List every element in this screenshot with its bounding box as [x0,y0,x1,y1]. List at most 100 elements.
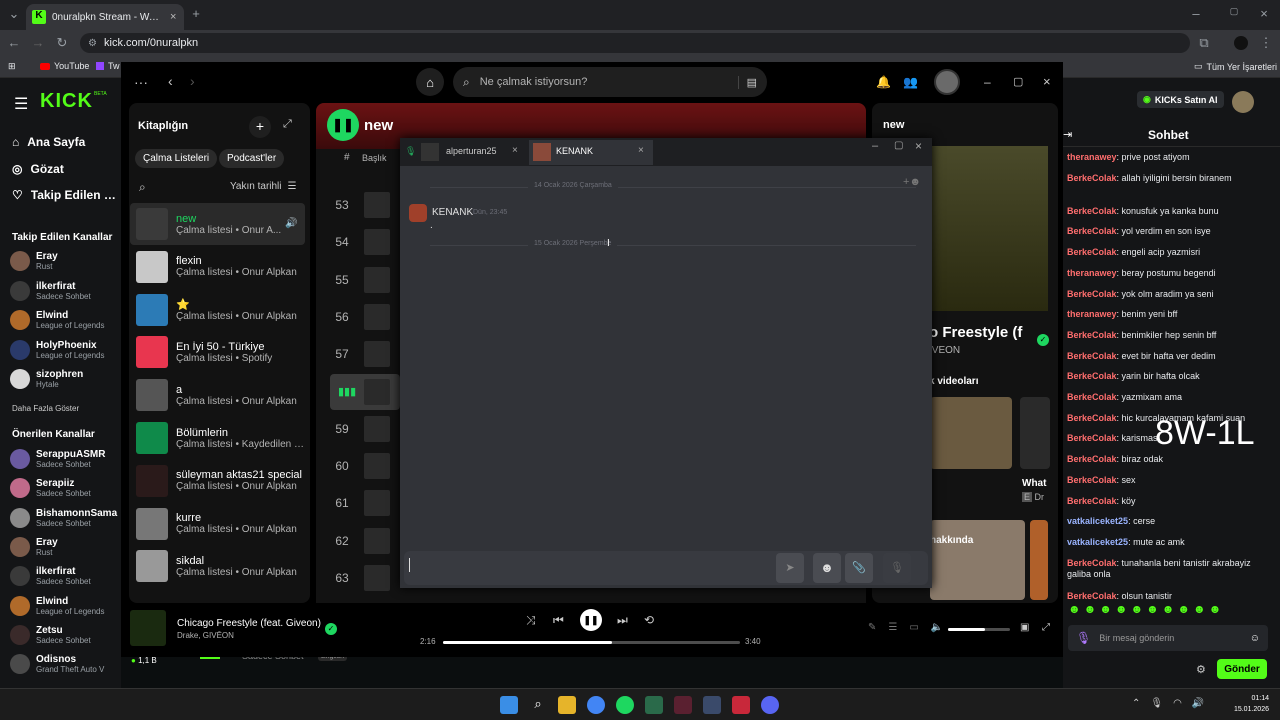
video-thumb[interactable] [930,397,1012,469]
chat-username[interactable]: BerkeColak [1067,433,1117,443]
track-row[interactable]: 63 [330,560,400,596]
spotify-minimize-icon[interactable]: – [984,75,991,89]
following-channel[interactable]: Elwind League of Legends [10,310,105,330]
track-row[interactable]: 53 [330,187,400,223]
now-title[interactable]: Chicago Freestyle (feat. Giveon) [177,618,327,629]
library-item[interactable]: kurre Çalma listesi • Onur Alpkan [130,504,304,544]
queue-icon[interactable]: ☰ [888,622,897,633]
chat-username[interactable]: theranawey [1067,309,1117,319]
volume-slider[interactable] [948,628,1010,631]
discord-maximize-icon[interactable]: ▢ [894,140,903,151]
liked-check-icon[interactable]: ✓ [325,623,337,635]
progress-bar[interactable] [443,641,740,644]
track-row[interactable]: 56 [330,299,400,335]
recommended-channel[interactable]: BishamonnSama Sadece Sohbet [10,507,117,528]
tab-list-icon[interactable]: ⌄ [6,6,22,22]
library-item[interactable]: sikdal Çalma listesi • Onur Alpkan [130,546,304,586]
url-input[interactable]: ⚙ kick.com/0nuralpkn [80,33,1190,53]
filter-podcasts[interactable]: Podcast'ler [219,149,285,168]
discord-close-icon[interactable]: × [915,139,922,153]
speaker-tray-icon[interactable]: 🔊 [1192,698,1204,709]
player-pause-button[interactable]: ❚❚ [580,609,602,631]
nav-browse[interactable]: ◎ Gözat [12,162,64,176]
notifications-icon[interactable]: 🔔 [876,75,891,89]
all-bookmarks[interactable]: ▭ Tüm Yer İşaretleri [1194,61,1277,72]
chat-username[interactable]: BerkeColak [1067,454,1117,464]
repeat-icon[interactable]: ⟲ [644,613,654,627]
new-tab-icon[interactable]: + [188,6,204,21]
sort-dropdown[interactable]: Yakın tarihli ☰ [230,181,296,192]
author-avatar[interactable] [409,204,427,222]
recommended-channel[interactable]: Serapiiz Sadece Sohbet [10,478,116,499]
chat-username[interactable]: BerkeColak [1067,330,1117,340]
library-item[interactable]: Bölümlerin Çalma listesi • Kaydedilen v..… [130,418,304,458]
spotify-forward-icon[interactable]: › [190,73,195,89]
chat-username[interactable]: vatkaliceket25 [1067,537,1128,547]
library-title[interactable]: Kitaplığın [138,120,188,132]
chat-username[interactable]: BerkeColak [1067,558,1117,568]
chrome-icon[interactable] [587,696,605,714]
chat-username[interactable]: BerkeColak [1067,496,1117,506]
chat-input[interactable]: 🎙 Bir mesaj gönderin ☺ [1068,625,1268,651]
chat-username[interactable]: theranawey [1067,268,1117,278]
wifi-icon[interactable]: ◠ [1173,698,1182,709]
library-item[interactable]: new Çalma listesi • Onur A... [130,204,304,244]
recommended-channel[interactable]: Eray Rust [10,536,116,557]
apps-icon[interactable]: ⊞ [8,61,16,72]
nav-following[interactable]: ♡ Takip Edilen Kan [12,188,121,202]
recommended-channel[interactable]: Elwind League of Legends [10,595,116,616]
create-playlist-icon[interactable]: + [249,116,271,138]
notepad-icon[interactable] [645,696,663,714]
extensions-icon[interactable]: ⧉ [1196,35,1212,51]
pencil-icon[interactable]: ✎ [868,622,876,633]
chat-username[interactable]: BerkeColak [1067,392,1117,402]
minimize-icon[interactable]: – [1188,6,1204,21]
library-search-icon[interactable]: ⌕ [139,180,146,195]
buy-kicks-button[interactable]: ◉ KICKs Satın Al [1137,91,1224,108]
discord-mic-icon[interactable]: 🎙 [883,553,911,583]
track-row[interactable]: 59 [330,411,400,447]
following-channel[interactable]: ilkerfirat Sadece Sohbet [10,280,91,301]
fullscreen-icon[interactable]: ⤢ [1042,622,1050,633]
spotify-avatar[interactable] [934,69,960,95]
hamburger-icon[interactable]: ☰ [14,94,28,114]
discord-minimize-icon[interactable]: – [872,140,878,152]
chat-username[interactable]: BerkeColak [1067,591,1117,601]
previous-icon[interactable]: ⏮ [553,613,564,628]
close-window-icon[interactable]: × [1256,6,1272,21]
discord-tab-1[interactable]: alperturan25 [446,146,506,156]
spotify-maximize-icon[interactable]: ▢ [1013,75,1023,88]
track-row[interactable]: 61 [330,485,400,521]
close-tab2-icon[interactable]: × [638,145,644,156]
spotify-close-icon[interactable]: × [1043,74,1051,89]
steam-icon[interactable] [703,696,721,714]
following-channel[interactable]: HolyPhoenix League of Legends [10,339,105,360]
now-artist[interactable]: Drake, GIVĒON [177,631,234,640]
track-row[interactable]: 54 [330,224,400,260]
taskbar-search-icon[interactable]: ⌕ [529,696,547,714]
saved-check-icon[interactable]: ✓ [1037,334,1049,346]
nav-home[interactable]: ⌂ Ana Sayfa [12,135,85,149]
browse-icon[interactable]: ▤ [737,75,757,89]
chat-username[interactable]: theranawey [1067,152,1117,162]
attach-icon[interactable]: 📎 [845,553,873,583]
bookmark-twitch[interactable]: Tw [96,61,120,71]
miniplayer-icon[interactable]: ▣ [1020,622,1029,633]
valorant-icon[interactable] [732,696,750,714]
recommended-channel[interactable]: Odisnos Grand Theft Auto V [10,654,116,675]
chat-username[interactable]: BerkeColak [1067,226,1117,236]
browser-tab[interactable]: K 0nuralpkn Stream - Watch Live × [26,4,184,30]
now-playing-cover[interactable] [130,610,166,646]
profile-avatar[interactable] [1234,36,1248,50]
spotify-menu-icon[interactable]: ··· [134,74,148,90]
chat-username[interactable]: BerkeColak [1067,173,1117,183]
chat-username[interactable]: vatkaliceket25 [1067,516,1128,526]
friends-icon[interactable]: 👥 [903,75,918,89]
library-item[interactable]: ⭐ Çalma listesi • Onur Alpkan [130,290,304,330]
app-icon[interactable] [674,696,692,714]
expand-library-icon[interactable]: ⤢ [283,118,292,131]
discord-tab-2[interactable]: KENANK [556,146,593,156]
chevron-up-icon[interactable]: ⌃ [1132,698,1140,709]
shuffle-icon[interactable]: ⤨ [526,613,536,628]
library-item[interactable]: flexin Çalma listesi • Onur Alpkan [130,247,304,287]
